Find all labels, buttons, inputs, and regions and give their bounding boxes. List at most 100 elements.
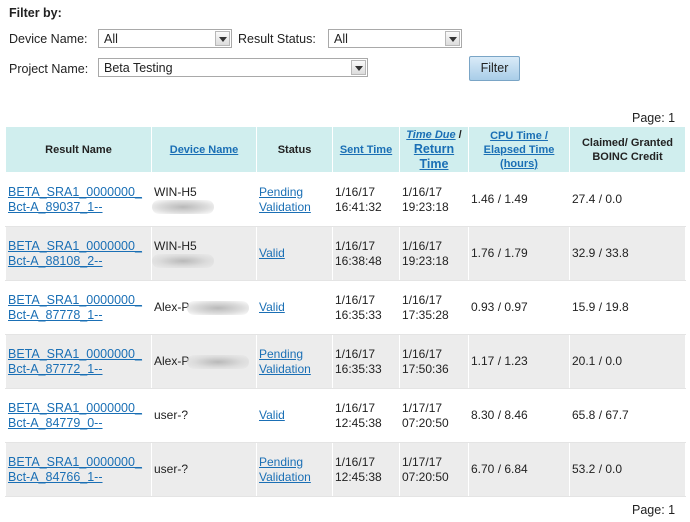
- status-cell: Valid: [256, 388, 333, 443]
- result-name-cell: BETA_SRA1_0000000_ Bct-A_89037_1--: [5, 172, 152, 227]
- header-status: Status: [256, 126, 333, 173]
- return-time-cell: 1/16/17 19:23:18: [399, 172, 469, 227]
- header-result-name: Result Name: [5, 126, 152, 173]
- project-name-select[interactable]: Beta Testing: [98, 58, 368, 77]
- status-line-1: Pending: [259, 346, 304, 361]
- status-cell: Pending Validation: [256, 442, 333, 497]
- page-indicator-bottom: Page: 1: [632, 503, 676, 517]
- result-name-link[interactable]: BETA_SRA1_0000000_ Bct-A_87778_1--: [8, 293, 142, 322]
- status-link[interactable]: Pending Validation: [259, 347, 311, 376]
- header-device-name: Device Name: [151, 126, 257, 173]
- credit-cell: 15.9 / 19.8: [569, 280, 686, 335]
- result-name-line-1: BETA_SRA1_0000000_: [8, 400, 142, 415]
- result-name-line-1: BETA_SRA1_0000000_: [8, 184, 142, 199]
- redaction-blur: [187, 300, 250, 315]
- status-line-1: Pending: [259, 454, 304, 469]
- credit-cell: 32.9 / 33.8: [569, 226, 686, 281]
- sent-time-cell: 1/16/17 12:45:38: [332, 388, 400, 443]
- device-name-cell: Alex-P: [151, 280, 257, 335]
- return-clock: 19:23:18: [402, 253, 449, 268]
- device-name-select[interactable]: All: [98, 29, 232, 48]
- result-name-link[interactable]: BETA_SRA1_0000000_ Bct-A_84766_1--: [8, 455, 142, 484]
- project-name-label: Project Name:: [9, 62, 89, 76]
- result-name-line-1: BETA_SRA1_0000000_: [8, 454, 142, 469]
- result-name-link[interactable]: BETA_SRA1_0000000_ Bct-A_84779_0--: [8, 401, 142, 430]
- sent-date: 1/16/17: [335, 184, 376, 199]
- result-name-link[interactable]: BETA_SRA1_0000000_ Bct-A_88108_2--: [8, 239, 142, 268]
- chevron-down-icon[interactable]: [445, 31, 460, 46]
- header-time-due-return: Time Due / Return Time: [399, 126, 469, 173]
- status-cell: Pending Validation: [256, 172, 333, 227]
- sent-date: 1/16/17: [335, 346, 376, 361]
- result-name-link[interactable]: BETA_SRA1_0000000_ Bct-A_87772_1--: [8, 347, 142, 376]
- return-date: 1/16/17: [402, 238, 443, 253]
- header-sent-time: Sent Time: [332, 126, 400, 173]
- table-row: BETA_SRA1_0000000_ Bct-A_84766_1-- user-?…: [5, 442, 686, 497]
- device-name-text: user-?: [154, 462, 189, 476]
- table-row: BETA_SRA1_0000000_ Bct-A_84779_0-- user-?…: [5, 388, 686, 443]
- status-link[interactable]: Valid: [259, 246, 285, 260]
- return-clock: 17:50:36: [402, 361, 449, 376]
- cpu-elapsed-cell: 1.17 / 1.23: [468, 334, 570, 389]
- return-time-cell: 1/16/17 17:50:36: [399, 334, 469, 389]
- sort-device-name-link[interactable]: Device Name: [170, 144, 239, 156]
- result-name-cell: BETA_SRA1_0000000_ Bct-A_88108_2--: [5, 226, 152, 281]
- sort-time-due-link[interactable]: Time Due: [406, 129, 455, 141]
- sent-clock: 16:35:33: [335, 307, 382, 322]
- status-cell: Pending Validation: [256, 334, 333, 389]
- result-name-line-2: Bct-A_87778_1--: [8, 307, 103, 322]
- status-line-2: Validation: [259, 361, 311, 376]
- return-clock: 07:20:50: [402, 469, 449, 484]
- sent-time-cell: 1/16/17 16:38:48: [332, 226, 400, 281]
- device-name-text: Alex-P: [154, 300, 190, 314]
- result-name-line-1: BETA_SRA1_0000000_: [8, 346, 142, 361]
- status-link[interactable]: Valid: [259, 408, 285, 422]
- cpu-elapsed-cell: 1.76 / 1.79: [468, 226, 570, 281]
- sent-date: 1/16/17: [335, 454, 376, 469]
- table-row: BETA_SRA1_0000000_ Bct-A_89037_1-- WIN-H5…: [5, 172, 686, 227]
- result-status-value: All: [334, 32, 348, 46]
- status-cell: Valid: [256, 280, 333, 335]
- table-row: BETA_SRA1_0000000_ Bct-A_87778_1-- Alex-P…: [5, 280, 686, 335]
- return-time-cell: 1/16/17 19:23:18: [399, 226, 469, 281]
- device-name-cell: WIN-H5: [151, 226, 257, 281]
- result-status-label: Result Status:: [238, 32, 316, 46]
- table-row: BETA_SRA1_0000000_ Bct-A_87772_1-- Alex-P…: [5, 334, 686, 389]
- result-name-link[interactable]: BETA_SRA1_0000000_ Bct-A_89037_1--: [8, 185, 142, 214]
- status-line-2: Validation: [259, 469, 311, 484]
- device-name-text: WIN-H5: [154, 184, 197, 199]
- device-name-text: Alex-P: [154, 354, 190, 368]
- return-clock: 19:23:18: [402, 199, 449, 214]
- redaction-blur: [152, 254, 214, 269]
- sent-clock: 16:38:48: [335, 253, 382, 268]
- return-date: 1/16/17: [402, 184, 443, 199]
- sent-clock: 16:41:32: [335, 199, 382, 214]
- credit-cell: 65.8 / 67.7: [569, 388, 686, 443]
- elapsed-time-label: Elapsed Time (hours): [483, 143, 555, 170]
- chevron-down-icon[interactable]: [351, 60, 366, 75]
- sort-cpu-elapsed-link[interactable]: CPU Time / Elapsed Time (hours): [484, 130, 555, 170]
- sent-time-cell: 1/16/17 16:41:32: [332, 172, 400, 227]
- table-row: BETA_SRA1_0000000_ Bct-A_88108_2-- WIN-H5…: [5, 226, 686, 281]
- filter-button[interactable]: Filter: [469, 56, 520, 81]
- device-name-text: WIN-H5: [154, 238, 197, 253]
- sort-return-time-link[interactable]: Return Time: [414, 142, 454, 171]
- return-date: 1/17/17: [402, 454, 443, 469]
- sent-time-cell: 1/16/17 16:35:33: [332, 280, 400, 335]
- return-clock: 07:20:50: [402, 415, 449, 430]
- sort-sent-time-link[interactable]: Sent Time: [340, 144, 392, 156]
- sent-date: 1/16/17: [335, 238, 376, 253]
- status-link[interactable]: Pending Validation: [259, 185, 311, 214]
- chevron-down-icon[interactable]: [215, 31, 230, 46]
- device-name-cell: WIN-H5: [151, 172, 257, 227]
- sent-clock: 12:45:38: [335, 415, 382, 430]
- sent-clock: 16:35:33: [335, 361, 382, 376]
- status-link[interactable]: Valid: [259, 300, 285, 314]
- result-name-line-2: Bct-A_84766_1--: [8, 469, 103, 484]
- status-link[interactable]: Pending Validation: [259, 455, 311, 484]
- redaction-blur: [152, 200, 214, 215]
- sent-time-cell: 1/16/17 16:35:33: [332, 334, 400, 389]
- result-name-cell: BETA_SRA1_0000000_ Bct-A_87778_1--: [5, 280, 152, 335]
- result-status-select[interactable]: All: [328, 29, 462, 48]
- result-name-line-1: BETA_SRA1_0000000_: [8, 238, 142, 253]
